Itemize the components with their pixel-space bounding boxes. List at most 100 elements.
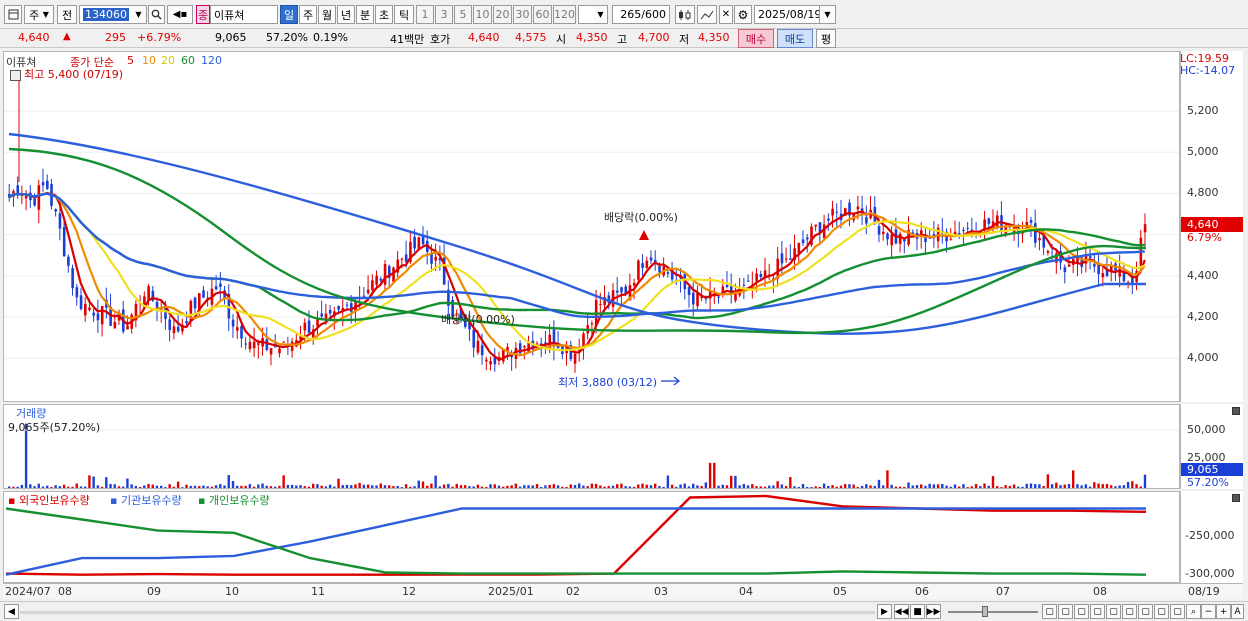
volume-chart[interactable]: [4, 405, 1180, 489]
grid-icon[interactable]: [10, 70, 21, 81]
candle-body: [742, 284, 746, 286]
volume-bar: [375, 485, 378, 488]
tab-period-year[interactable]: 년: [337, 5, 355, 24]
layout-button-1[interactable]: ▢: [1042, 604, 1057, 619]
candle-body: [371, 280, 374, 291]
candle-body: [780, 253, 784, 264]
interval-10[interactable]: 10: [473, 5, 492, 24]
scroll-left-button[interactable]: ◀: [4, 604, 19, 619]
volume-bar: [780, 484, 784, 488]
layout-button-4[interactable]: ▢: [1090, 604, 1105, 619]
chart-menu-icon[interactable]: [4, 5, 22, 24]
layout-button-5[interactable]: ▢: [1106, 604, 1121, 619]
layout-button-6[interactable]: ▢: [1122, 604, 1137, 619]
volume-bar: [138, 486, 142, 488]
candle-body: [696, 292, 699, 307]
layout-button-9[interactable]: ▢: [1170, 604, 1185, 619]
prev-button[interactable]: 전: [57, 5, 77, 24]
candle-body: [620, 287, 623, 293]
volume-bar: [307, 486, 311, 488]
volume-bar: [1012, 484, 1016, 488]
trendline-icon: [700, 10, 714, 19]
candlestick-icon: [679, 9, 691, 20]
layout-button-3[interactable]: ▢: [1074, 604, 1089, 619]
volume-bar: [1080, 485, 1083, 488]
candle-body: [244, 343, 248, 345]
volume-chart-pane[interactable]: 거래량 9,065주(57.20%): [3, 404, 1180, 489]
sound-toggle[interactable]: ◀▪: [167, 5, 193, 24]
interval-20[interactable]: 20: [493, 5, 512, 24]
tab-period-second[interactable]: 초: [375, 5, 393, 24]
volume-bar: [130, 484, 133, 488]
volume-bar: [1029, 483, 1033, 488]
candle-type-button[interactable]: [675, 5, 695, 24]
search-button[interactable]: [148, 5, 165, 24]
volume-bar: [759, 486, 762, 488]
volume-bar: [295, 485, 298, 488]
layout-button-7[interactable]: ▢: [1138, 604, 1153, 619]
stock-chart-window: 주 ▼ 전 134060 ▼ ◀▪ 종 이퓨쳐 일 주 월 년 분 초 틱 1 …: [0, 0, 1248, 621]
price-chart-pane[interactable]: 이퓨쳐 종가 단순 5 10 20 60 120 최고 5,400 (07/19…: [3, 51, 1180, 402]
data-count-field[interactable]: 265/600: [612, 5, 670, 24]
zoom-slider-handle[interactable]: [982, 606, 988, 617]
volume-bar: [117, 486, 121, 488]
tab-period-month[interactable]: 월: [318, 5, 336, 24]
scroll-track[interactable]: [20, 611, 875, 614]
interval-30[interactable]: 30: [513, 5, 532, 24]
custom-interval-dropdown[interactable]: ▼: [594, 5, 608, 24]
forward-button[interactable]: ▶▶: [926, 604, 941, 619]
zoom-slider[interactable]: [948, 611, 1038, 613]
stock-name-field[interactable]: 이퓨쳐: [210, 5, 278, 24]
volume-bar: [936, 484, 940, 488]
close-pane-icon[interactable]: [1232, 494, 1240, 502]
rewind-button[interactable]: ◀◀: [894, 604, 909, 619]
volume-bar: [261, 483, 264, 488]
buy-button[interactable]: 매수: [738, 29, 774, 48]
interval-3[interactable]: 3: [435, 5, 453, 24]
volume-bar: [734, 475, 737, 488]
settings-button[interactable]: ⚙: [734, 5, 752, 24]
volume-bar: [366, 484, 370, 488]
evaluate-button[interactable]: 평: [816, 29, 836, 48]
interval-1[interactable]: 1: [416, 5, 434, 24]
sell-button-label: 매도: [784, 32, 806, 46]
tab-period-week[interactable]: 주: [299, 5, 317, 24]
tab-period-tick[interactable]: 틱: [394, 5, 414, 24]
code-dropdown-button[interactable]: ▼: [131, 5, 147, 24]
interval-120[interactable]: 120: [553, 5, 576, 24]
volume-bar: [282, 475, 285, 488]
volume-bar: [1118, 485, 1121, 488]
scroll-right-button[interactable]: ▶: [877, 604, 892, 619]
interval-5[interactable]: 5: [454, 5, 472, 24]
y-tick: -300,000: [1185, 567, 1235, 580]
tab-period-minute[interactable]: 분: [356, 5, 374, 24]
candle-body: [687, 287, 691, 295]
search-icon: [151, 9, 162, 20]
layout-button-8[interactable]: ▢: [1154, 604, 1169, 619]
volume-bar: [303, 486, 306, 488]
volume-bar: [96, 485, 100, 488]
interval-60[interactable]: 60: [533, 5, 552, 24]
volume-bar: [687, 486, 691, 488]
calendar-button[interactable]: ▼: [819, 5, 836, 24]
volume-bar: [1042, 486, 1045, 488]
period-type-select[interactable]: 주 ▼: [24, 5, 54, 24]
volume-bar: [20, 484, 24, 488]
candle-body: [666, 272, 670, 274]
price-chart[interactable]: [4, 52, 1180, 402]
volume-bar: [1076, 484, 1079, 488]
holdings-chart-pane[interactable]: ▪ 외국인보유수량 ▪ 기관보유수량 ▪ 개인보유수량: [3, 491, 1180, 583]
tab-period-day[interactable]: 일: [280, 5, 298, 24]
stop-button[interactable]: ■: [910, 604, 925, 619]
volume-bar: [400, 487, 404, 488]
layout-button-2[interactable]: ▢: [1058, 604, 1073, 619]
date-input[interactable]: 2025/08/19: [754, 5, 821, 24]
x-tick-last: 08/19: [1188, 585, 1220, 598]
zoom-search-button[interactable]: ⌕: [1186, 604, 1201, 619]
volume-bar: [582, 485, 585, 488]
close-pane-icon[interactable]: [1232, 407, 1240, 415]
sell-button[interactable]: 매도: [777, 29, 813, 48]
auto-scale-button[interactable]: A: [1231, 604, 1244, 619]
zoom-out-button[interactable]: −: [1201, 604, 1216, 619]
zoom-in-button[interactable]: +: [1216, 604, 1231, 619]
